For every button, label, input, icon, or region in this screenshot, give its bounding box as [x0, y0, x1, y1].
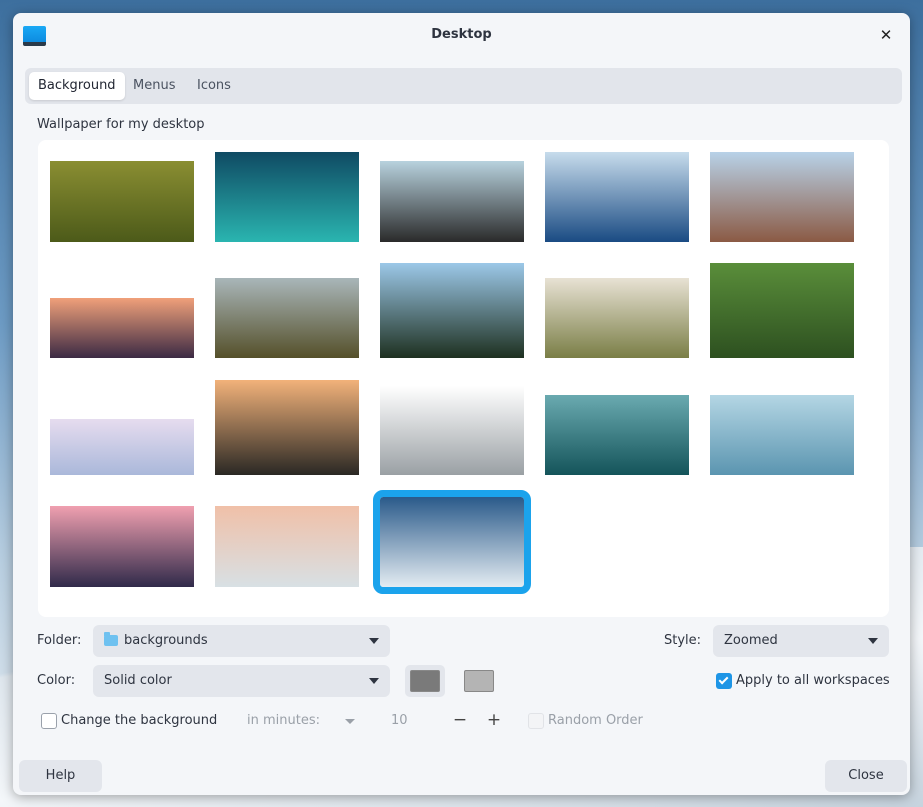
minutes-value[interactable]: 10 [391, 713, 408, 728]
folder-value: backgrounds [124, 633, 208, 648]
chevron-down-icon [369, 638, 379, 644]
wallpaper-thumbnail-honeycomb-architecture[interactable] [380, 386, 524, 475]
interval-label: in minutes: [247, 713, 320, 728]
window-title: Desktop [431, 27, 492, 42]
wallpaper-thumbnail-canyon-waterfall[interactable] [215, 278, 359, 358]
primary-color-button[interactable] [405, 665, 445, 697]
desktop-settings-window: Desktop ✕ Background Menus Icons Wallpap… [13, 13, 910, 795]
wallpaper-thumbnail-palm-fronds-sky[interactable] [380, 263, 524, 358]
style-label: Style: [664, 633, 702, 648]
folder-combo[interactable]: backgrounds [93, 625, 390, 657]
random-order-label: Random Order [548, 713, 643, 728]
wallpaper-thumbnail-mountain-silhouette-dusk[interactable] [215, 380, 359, 475]
titlebar: Desktop ✕ [13, 13, 910, 57]
wallpaper-thumbnail-misty-hills[interactable] [545, 278, 689, 358]
wallpaper-thumbnail-green-leaf[interactable] [710, 263, 854, 358]
random-order-checkbox[interactable] [528, 713, 544, 729]
tab-background[interactable]: Background [29, 72, 125, 100]
wallpaper-section-label: Wallpaper for my desktop [37, 117, 205, 132]
help-button[interactable]: Help [19, 760, 102, 792]
wallpaper-thumbnail-ocean-horizon[interactable] [545, 152, 689, 242]
wallpaper-thumbnail-snowy-mountain-peak[interactable] [373, 490, 531, 594]
wallpaper-thumbnail-green-valley-river[interactable] [50, 161, 194, 242]
chevron-down-icon[interactable] [345, 719, 355, 724]
wallpaper-thumbnail-teal-waves[interactable] [545, 395, 689, 475]
wallpaper-thumbnail-lighthouse-pink-sky[interactable] [50, 506, 194, 587]
change-background-checkbox[interactable] [41, 713, 57, 729]
apply-all-checkbox[interactable] [716, 673, 732, 689]
secondary-color-swatch [464, 670, 494, 692]
color-mode-value: Solid color [104, 673, 172, 688]
primary-color-swatch [410, 670, 440, 692]
chevron-down-icon [868, 638, 878, 644]
close-button[interactable]: Close [825, 760, 907, 792]
secondary-color-button[interactable] [459, 665, 499, 697]
style-value: Zoomed [724, 633, 778, 648]
tab-menus[interactable]: Menus [124, 72, 184, 100]
close-icon[interactable]: ✕ [876, 25, 896, 45]
wallpaper-thumbnail-city-skyline-sunset[interactable] [50, 298, 194, 358]
checkmark-icon [718, 674, 729, 685]
wallpaper-thumbnail-desert-buttes-snow[interactable] [710, 152, 854, 242]
wallpaper-thumbnail-aurora[interactable] [215, 152, 359, 242]
folder-icon [104, 632, 118, 646]
color-mode-combo[interactable]: Solid color [93, 665, 390, 697]
wallpaper-gallery[interactable] [38, 140, 889, 617]
style-combo[interactable]: Zoomed [713, 625, 889, 657]
color-label: Color: [37, 673, 76, 688]
tab-icons[interactable]: Icons [188, 72, 240, 100]
minus-icon[interactable]: − [450, 710, 470, 730]
wallpaper-thumbnail-black-sand-beach[interactable] [380, 161, 524, 242]
folder-label: Folder: [37, 633, 82, 648]
tab-bar: Background Menus Icons [25, 68, 902, 104]
wallpaper-thumbnail-blue-abstract-swirl[interactable] [710, 395, 854, 475]
apply-all-label: Apply to all workspaces [736, 673, 890, 688]
wallpaper-thumbnail-white-dunes-peach[interactable] [215, 506, 359, 587]
change-background-label: Change the background [61, 713, 218, 728]
chevron-down-icon [369, 678, 379, 684]
plus-icon[interactable]: + [484, 710, 504, 730]
wallpaper-thumbnail-pastel-clouds[interactable] [50, 419, 194, 475]
